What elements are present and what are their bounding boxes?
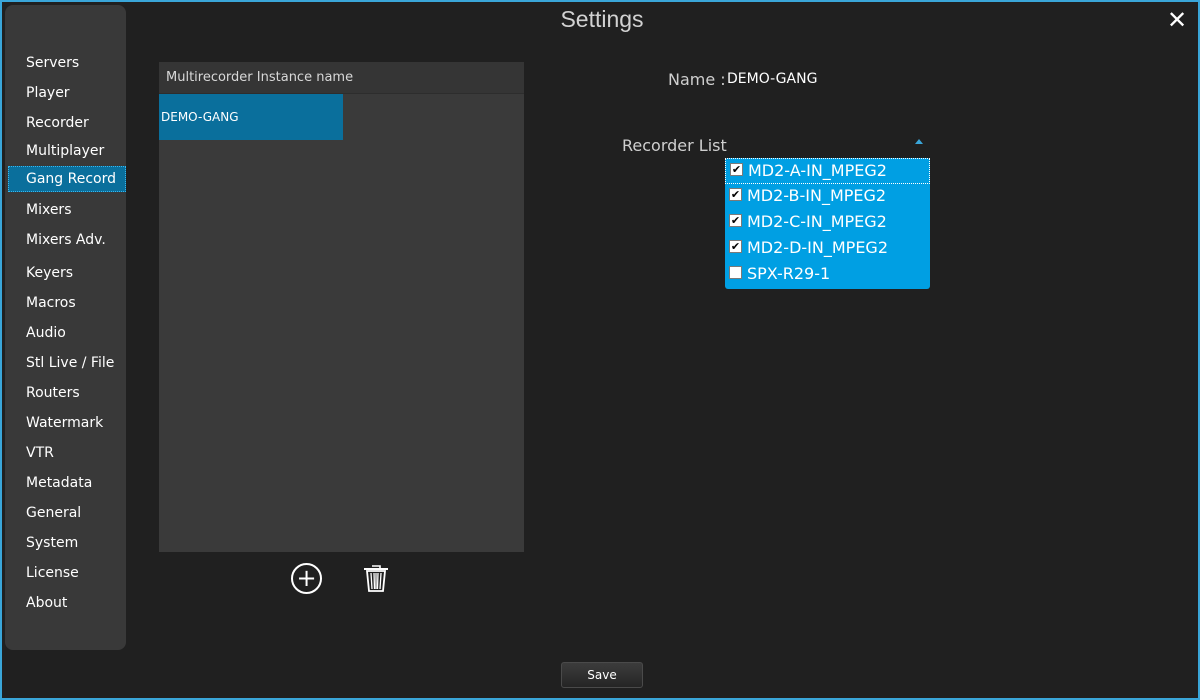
- plus-circle-icon[interactable]: +: [291, 563, 322, 594]
- settings-window: Settings ✕ Servers Player Recorder Multi…: [0, 0, 1200, 700]
- sidebar-item-vtr[interactable]: VTR: [8, 440, 126, 466]
- recorder-item[interactable]: ✔ MD2-A-IN_MPEG2: [725, 158, 930, 184]
- recorder-item[interactable]: ✔ MD2-D-IN_MPEG2: [725, 236, 930, 262]
- sidebar-item-routers[interactable]: Routers: [8, 380, 126, 406]
- recorder-list-label: Recorder List: [622, 136, 727, 155]
- sidebar-item-multiplayer[interactable]: Multiplayer: [8, 138, 126, 164]
- recorder-item-label: MD2-C-IN_MPEG2: [747, 212, 887, 231]
- recorder-item[interactable]: ✔ MD2-C-IN_MPEG2: [725, 210, 930, 236]
- sidebar-item-stl-live-file[interactable]: Stl Live / File: [8, 350, 126, 376]
- window-title: Settings: [560, 6, 644, 32]
- sidebar-item-keyers[interactable]: Keyers: [8, 260, 126, 286]
- checkbox[interactable]: ✔: [729, 214, 742, 227]
- checkbox[interactable]: ✔: [730, 163, 743, 176]
- checkbox[interactable]: ✔: [729, 188, 742, 201]
- sidebar-item-watermark[interactable]: Watermark: [8, 410, 126, 436]
- trash-icon[interactable]: [360, 562, 392, 594]
- sidebar-item-audio[interactable]: Audio: [8, 320, 126, 346]
- recorder-item-label: MD2-B-IN_MPEG2: [747, 186, 887, 205]
- settings-sidebar: Servers Player Recorder Multiplayer Gang…: [5, 5, 126, 650]
- instance-list: Multirecorder Instance name DEMO-GANG: [159, 62, 524, 552]
- sidebar-item-recorder[interactable]: Recorder: [8, 110, 126, 136]
- recorder-item-label: MD2-D-IN_MPEG2: [747, 238, 888, 257]
- save-button[interactable]: Save: [561, 662, 643, 688]
- checkbox[interactable]: [729, 266, 742, 279]
- sidebar-item-system[interactable]: System: [8, 530, 126, 556]
- sidebar-item-metadata[interactable]: Metadata: [8, 470, 126, 496]
- collapse-arrow-icon[interactable]: [915, 139, 923, 144]
- name-value: DEMO-GANG: [727, 71, 818, 87]
- instance-list-header: Multirecorder Instance name: [159, 62, 524, 94]
- sidebar-item-about[interactable]: About: [8, 590, 126, 616]
- checkbox[interactable]: ✔: [729, 240, 742, 253]
- recorder-list: ✔ MD2-A-IN_MPEG2 ✔ MD2-B-IN_MPEG2 ✔ MD2-…: [725, 158, 930, 289]
- sidebar-item-servers[interactable]: Servers: [8, 50, 126, 76]
- sidebar-item-macros[interactable]: Macros: [8, 290, 126, 316]
- sidebar-item-general[interactable]: General: [8, 500, 126, 526]
- recorder-item-label: SPX-R29-1: [747, 264, 831, 283]
- recorder-item[interactable]: SPX-R29-1: [725, 262, 930, 288]
- sidebar-item-mixers-adv[interactable]: Mixers Adv.: [8, 227, 126, 253]
- name-label: Name :: [668, 70, 726, 89]
- recorder-item-label: MD2-A-IN_MPEG2: [748, 161, 887, 180]
- sidebar-item-mixers[interactable]: Mixers: [8, 197, 126, 223]
- sidebar-item-gang-record[interactable]: Gang Record: [8, 166, 126, 192]
- recorder-item[interactable]: ✔ MD2-B-IN_MPEG2: [725, 184, 930, 210]
- instance-row[interactable]: DEMO-GANG: [159, 94, 343, 140]
- close-icon[interactable]: ✕: [1164, 6, 1190, 34]
- sidebar-item-player[interactable]: Player: [8, 80, 126, 106]
- sidebar-item-license[interactable]: License: [8, 560, 126, 586]
